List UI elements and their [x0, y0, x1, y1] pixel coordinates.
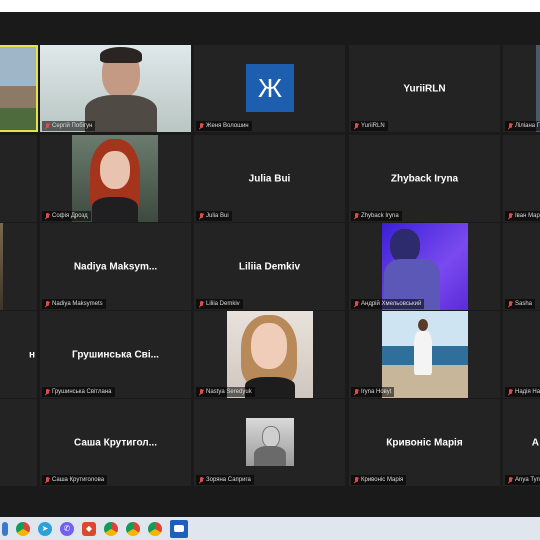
muted-mic-icon	[353, 388, 359, 396]
muted-mic-icon	[198, 212, 204, 220]
participant-tile[interactable]: Liliia Demkiv Liliia Demkiv	[194, 223, 345, 310]
participant-display-name: Nadiya Maksym...	[73, 261, 158, 272]
muted-mic-icon	[507, 122, 513, 130]
video-feed	[72, 135, 158, 222]
participant-tile[interactable]: Кривоніс Марія Кривоніс Марія	[349, 399, 500, 486]
participant-tile[interactable]: Ліліана Гор	[503, 45, 540, 132]
participant-name-label: Софія Дрозд	[42, 211, 91, 221]
muted-mic-icon	[353, 476, 359, 484]
muted-mic-icon	[198, 300, 204, 308]
participant-display-name: Саша Крутигол...	[74, 437, 157, 448]
muted-mic-icon	[353, 300, 359, 308]
video-feed	[382, 311, 468, 398]
participant-name-label: Julia Bui	[196, 211, 232, 221]
participant-tile[interactable]: Сергій Побігун	[40, 45, 191, 132]
participant-name-label: Грушинська Світлана	[42, 387, 115, 397]
participant-name-label: YuriiRLN	[351, 121, 388, 131]
participant-tile[interactable]	[0, 399, 37, 486]
participant-display-name: Zhyback Iryna	[390, 173, 459, 184]
muted-mic-icon	[507, 212, 513, 220]
participant-tile[interactable]: Zhyback Iryna Zhyback Iryna	[349, 135, 500, 222]
participant-tile[interactable]: А Anya Туп	[503, 399, 540, 486]
participant-display-name: Liliia Demkiv	[238, 261, 301, 272]
participant-tile[interactable]	[0, 135, 37, 222]
participant-name-label: Anya Туп	[505, 475, 540, 485]
folder-icon[interactable]	[2, 521, 8, 536]
video-feed	[382, 223, 468, 310]
video-feed	[40, 45, 191, 132]
participant-tile[interactable]: Зоряна Саприга	[194, 399, 345, 486]
muted-mic-icon	[44, 300, 50, 308]
participant-tile[interactable]: Nastya Seredyuk	[194, 311, 345, 398]
chrome-icon[interactable]	[16, 521, 30, 536]
muted-mic-icon	[353, 212, 359, 220]
participant-name-label: Sasha	[505, 299, 536, 309]
participant-display-name: YuriiRLN	[403, 83, 446, 94]
muted-mic-icon	[507, 476, 513, 484]
app-icon[interactable]: ◆	[82, 521, 96, 536]
chrome-icon[interactable]	[148, 521, 162, 536]
participant-display-name: Грушинська Сві...	[72, 349, 159, 360]
participant-tile[interactable]: Julia Bui Julia Bui	[194, 135, 345, 222]
participant-display-name: Julia Bui	[248, 173, 291, 184]
chrome-icon[interactable]	[126, 521, 140, 536]
zoom-gallery-view: Сергій Побігун Ж Женя Волошин YuriiRLN Y…	[0, 12, 540, 517]
video-feed	[0, 223, 3, 310]
participant-tile[interactable]: Іван Мар	[503, 135, 540, 222]
video-feed	[536, 45, 540, 132]
chrome-icon[interactable]	[104, 521, 118, 536]
avatar: Ж	[246, 64, 294, 112]
muted-mic-icon	[198, 122, 204, 130]
avatar	[246, 418, 294, 466]
participant-tile[interactable]: Iryna Новуt	[349, 311, 500, 398]
muted-mic-icon	[44, 388, 50, 396]
muted-mic-icon	[44, 476, 50, 484]
muted-mic-icon	[44, 122, 50, 130]
participant-tile[interactable]: Nadiya Maksym... Nadiya Maksymets	[40, 223, 191, 310]
windows-taskbar: ➤ ✆ ◆	[0, 517, 540, 540]
muted-mic-icon	[353, 122, 359, 130]
muted-mic-icon	[507, 388, 513, 396]
participant-name-label: Iryna Новуt	[351, 387, 395, 397]
participant-tile[interactable]	[0, 45, 38, 132]
video-feed	[0, 47, 36, 130]
participant-tile[interactable]: Грушинська Сві... Грушинська Світлана	[40, 311, 191, 398]
participant-name-label: Nastya Seredyuk	[196, 387, 255, 397]
muted-mic-icon	[507, 300, 513, 308]
participant-tile[interactable]	[0, 223, 37, 310]
muted-mic-icon	[44, 212, 50, 220]
participant-tile[interactable]: Андрій Хмельовський	[349, 223, 500, 310]
telegram-icon[interactable]: ➤	[38, 521, 52, 536]
participant-name-label: Zhyback Iryna	[351, 211, 402, 221]
participant-tile[interactable]: Софія Дрозд	[40, 135, 191, 222]
window-title-bar	[0, 0, 540, 12]
participant-tile[interactable]: н	[0, 311, 37, 398]
participant-name-label: Сергій Побігун	[42, 121, 96, 131]
viber-icon[interactable]: ✆	[60, 521, 74, 536]
participant-tile[interactable]: Sasha	[503, 223, 540, 310]
participant-tile[interactable]: YuriiRLN YuriiRLN	[349, 45, 500, 132]
video-feed	[227, 311, 313, 398]
participant-name-label: Liliia Demkiv	[196, 299, 243, 309]
participant-name-label: Андрій Хмельовський	[351, 299, 425, 309]
participant-name-label: Надія На	[505, 387, 540, 397]
participant-name-label: Ліліана Гор	[505, 121, 540, 131]
muted-mic-icon	[198, 388, 204, 396]
participant-name-label: Nadiya Maksymets	[42, 299, 106, 309]
participant-tile[interactable]: Надія На	[503, 311, 540, 398]
participant-name-label: Зоряна Саприга	[196, 475, 254, 485]
participant-name-label: Кривоніс Марія	[351, 475, 407, 485]
participant-tile[interactable]: Ж Женя Волошин	[194, 45, 345, 132]
participant-display-name: А	[531, 437, 539, 448]
participant-name-label: Саша Крутиголова	[42, 475, 108, 485]
participant-display-name: н	[28, 349, 35, 360]
muted-mic-icon	[198, 476, 204, 484]
participant-tile[interactable]: Саша Крутигол... Саша Крутиголова	[40, 399, 191, 486]
zoom-icon[interactable]	[170, 519, 188, 538]
participant-display-name: Кривоніс Марія	[386, 437, 463, 448]
participant-name-label: Женя Волошин	[196, 121, 252, 131]
participant-name-label: Іван Мар	[505, 211, 540, 221]
